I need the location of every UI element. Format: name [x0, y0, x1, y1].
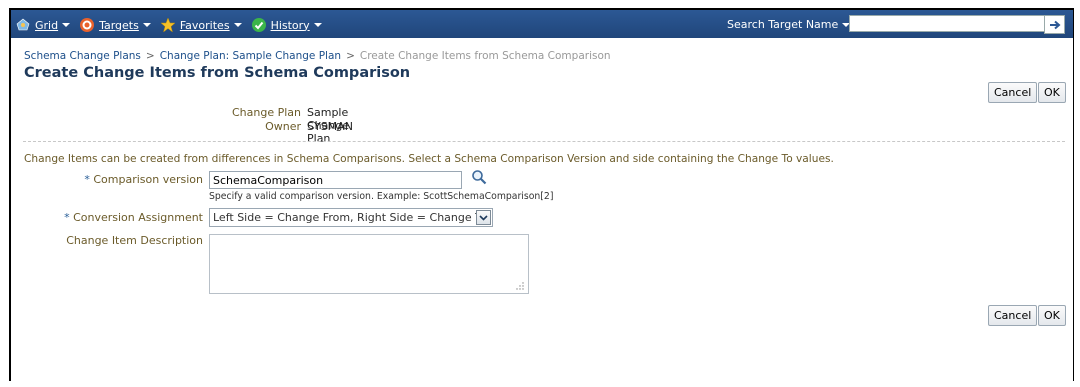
ok-button-top[interactable]: OK	[1038, 82, 1066, 103]
menu-grid[interactable]: Grid	[15, 17, 71, 33]
breadcrumb-schema-change-plans[interactable]: Schema Change Plans	[24, 50, 141, 62]
search-target-label: Search Target Name	[727, 18, 839, 31]
chevron-down-icon	[313, 23, 322, 27]
global-nav-bar: Grid Targets Favorites History Search Ta…	[11, 10, 1073, 38]
comparison-version-label-text: Comparison version	[93, 173, 203, 186]
owner-label: Owner	[265, 120, 301, 133]
search-comparison-button[interactable]	[471, 169, 487, 188]
comparison-version-input[interactable]	[209, 171, 462, 189]
owner-value: SYSMAN	[307, 120, 353, 133]
menu-favorites-label: Favorites	[179, 18, 230, 32]
cancel-button-top[interactable]: Cancel	[988, 82, 1038, 103]
conversion-assignment-label: * Conversion Assignment	[23, 211, 203, 224]
targets-icon	[79, 17, 95, 33]
breadcrumb-current: Create Change Items from Schema Comparis…	[359, 50, 611, 62]
menu-history[interactable]: History	[251, 17, 322, 33]
breadcrumb-separator: >	[145, 50, 155, 62]
change-plan-label: Change Plan	[231, 106, 301, 119]
conversion-assignment-value: Left Side = Change From, Right Side = Ch…	[213, 211, 487, 224]
resize-grip-icon[interactable]	[516, 282, 524, 290]
menu-grid-label: Grid	[35, 18, 59, 32]
nav-menus: Grid Targets Favorites History	[15, 17, 331, 33]
cancel-button-bottom[interactable]: Cancel	[988, 305, 1038, 326]
chevron-down-icon[interactable]	[476, 210, 491, 225]
breadcrumb-change-plan[interactable]: Change Plan: Sample Change Plan	[160, 50, 341, 62]
arrow-right-icon	[1049, 20, 1061, 29]
required-indicator: *	[84, 173, 90, 186]
chevron-down-icon	[233, 23, 242, 27]
conversion-assignment-select[interactable]: Left Side = Change From, Right Side = Ch…	[209, 208, 493, 227]
menu-favorites[interactable]: Favorites	[160, 17, 242, 33]
conversion-assignment-label-text: Conversion Assignment	[73, 211, 203, 224]
favorites-star-icon	[160, 17, 176, 33]
section-divider	[23, 141, 1065, 142]
description-label: Change Item Description	[66, 234, 203, 247]
chevron-down-icon	[62, 23, 71, 27]
required-indicator: *	[64, 211, 70, 224]
breadcrumb-separator: >	[346, 50, 355, 62]
comparison-version-hint: Specify a valid comparison version. Exam…	[209, 191, 554, 202]
search-go-button[interactable]	[1044, 15, 1065, 34]
search-target-dropdown[interactable]: Search Target Name	[727, 18, 851, 31]
menu-history-label: History	[270, 18, 310, 32]
comparison-version-label: * Comparison version	[23, 173, 203, 186]
menu-targets-label: Targets	[99, 18, 139, 32]
instructions-text: Change Items can be created from differe…	[24, 153, 834, 165]
grid-icon	[15, 17, 31, 33]
page-title: Create Change Items from Schema Comparis…	[24, 65, 411, 81]
app-window: Grid Targets Favorites History Search Ta…	[9, 8, 1074, 381]
chevron-down-icon	[142, 23, 151, 27]
search-input[interactable]	[849, 15, 1047, 32]
search-icon	[472, 170, 487, 185]
breadcrumb: Schema Change Plans > Change Plan: Sample …	[24, 50, 611, 62]
description-textarea[interactable]	[209, 234, 529, 294]
history-icon	[251, 17, 267, 33]
ok-button-bottom[interactable]: OK	[1038, 305, 1066, 326]
menu-targets[interactable]: Targets	[79, 17, 151, 33]
